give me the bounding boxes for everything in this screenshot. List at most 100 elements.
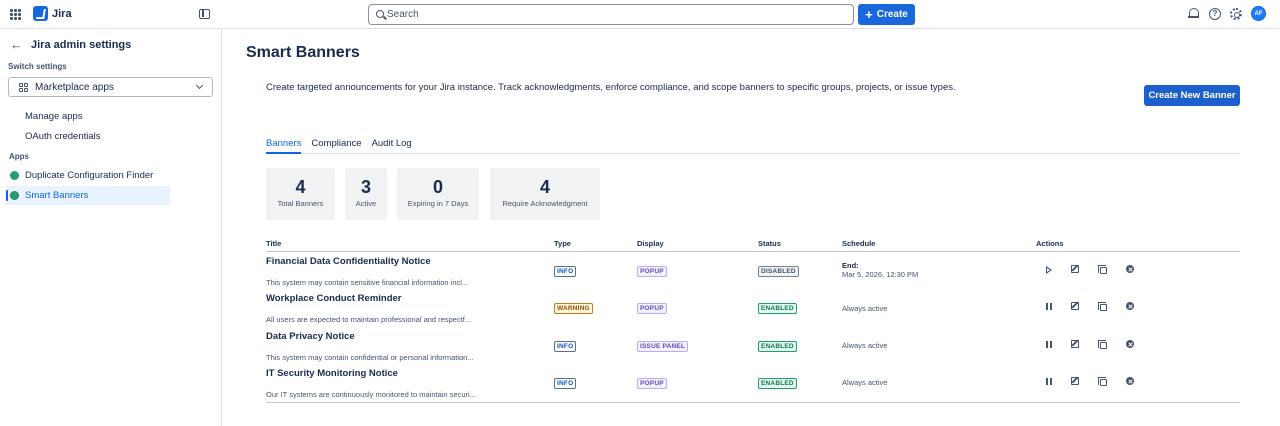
delete-icon[interactable] xyxy=(1126,302,1136,312)
sidebar-title: Jira admin settings xyxy=(31,39,132,51)
schedule-text: Always active xyxy=(842,304,888,313)
schedule-text: Always active xyxy=(842,378,888,387)
display-badge: POPUP xyxy=(637,303,667,314)
page-description: Create targeted announcements for your J… xyxy=(266,82,956,93)
notifications-bell-icon[interactable] xyxy=(1187,7,1200,20)
display-badge: POPUP xyxy=(637,378,667,389)
banner-title[interactable]: Workplace Conduct Reminder xyxy=(266,293,402,304)
marketplace-apps-icon xyxy=(19,82,28,92)
top-navigation-bar: Jira + Create ? AF xyxy=(0,0,1280,29)
banner-title[interactable]: IT Security Monitoring Notice xyxy=(266,368,398,379)
stat-active: 3 Active xyxy=(345,168,387,220)
display-badge: POPUP xyxy=(637,266,667,277)
user-avatar[interactable]: AF xyxy=(1251,6,1266,21)
search-box[interactable] xyxy=(368,4,854,25)
type-badge: INFO xyxy=(554,266,577,277)
stat-value: 4 xyxy=(295,177,306,197)
delete-icon[interactable] xyxy=(1126,265,1136,275)
type-badge: INFO xyxy=(554,378,577,389)
tab-bar: Banners Compliance Audit Log xyxy=(266,137,1240,154)
back-to-settings[interactable]: ← Jira admin settings xyxy=(10,38,132,51)
status-badge: DISABLED xyxy=(758,266,799,277)
type-badge: WARNING xyxy=(554,303,593,314)
schedule-text: Always active xyxy=(842,341,888,350)
stat-expiring: 0 Expiring in 7 Days xyxy=(397,168,479,220)
help-icon[interactable]: ? xyxy=(1209,7,1221,20)
switch-settings-value: Marketplace apps xyxy=(35,81,114,93)
column-header-display[interactable]: Display xyxy=(637,239,664,248)
plus-icon: + xyxy=(865,6,873,22)
app-switcher-icon[interactable] xyxy=(10,9,21,20)
sidebar-item-manage-apps[interactable]: Manage apps xyxy=(25,111,83,122)
sidebar-item-label: Smart Banners xyxy=(25,190,89,201)
edit-icon[interactable] xyxy=(1071,377,1081,387)
pause-icon[interactable] xyxy=(1044,340,1054,350)
copy-icon[interactable] xyxy=(1098,302,1108,312)
status-badge: ENABLED xyxy=(758,378,797,389)
table-header-divider xyxy=(266,251,1240,252)
app-status-icon xyxy=(10,191,19,200)
banner-description: This system may contain confidential or … xyxy=(266,353,474,362)
stat-require-acknowledgment: 4 Require Acknowledgment xyxy=(490,168,600,220)
jira-logo-icon[interactable] xyxy=(33,6,48,21)
edit-icon[interactable] xyxy=(1071,302,1081,312)
app-name[interactable]: Jira xyxy=(52,8,72,20)
stat-total-banners: 4 Total Banners xyxy=(266,168,335,220)
search-icon xyxy=(376,10,384,18)
stat-label: Total Banners xyxy=(277,199,324,208)
column-header-status[interactable]: Status xyxy=(758,239,781,248)
edit-icon[interactable] xyxy=(1071,340,1081,350)
create-button[interactable]: + Create xyxy=(858,4,915,25)
copy-icon[interactable] xyxy=(1098,340,1108,350)
switch-settings-label: Switch settings xyxy=(8,62,67,71)
create-new-banner-button[interactable]: Create New Banner xyxy=(1144,85,1240,106)
switch-settings-select[interactable]: Marketplace apps xyxy=(8,77,213,97)
banner-description: All users are expected to maintain profe… xyxy=(266,315,472,324)
column-header-actions: Actions xyxy=(1036,239,1064,248)
back-arrow-icon[interactable]: ← xyxy=(10,38,23,51)
banner-title[interactable]: Financial Data Confidentiality Notice xyxy=(266,256,431,267)
stat-label: Require Acknowledgment xyxy=(502,199,588,208)
stat-label: Expiring in 7 Days xyxy=(407,199,469,208)
copy-icon[interactable] xyxy=(1098,265,1108,275)
display-badge: ISSUE PANEL xyxy=(637,341,689,352)
copy-icon[interactable] xyxy=(1098,377,1108,387)
play-icon[interactable] xyxy=(1044,265,1054,275)
schedule-value: Mar 5, 2026, 12:30 PM xyxy=(842,270,919,279)
settings-gear-icon[interactable] xyxy=(1230,7,1242,20)
type-badge: INFO xyxy=(554,341,577,352)
main-content: Smart Banners Create targeted announceme… xyxy=(222,29,1280,426)
apps-section-label: Apps xyxy=(9,152,29,161)
collapse-sidebar-icon[interactable] xyxy=(199,9,210,19)
banner-title[interactable]: Data Privacy Notice xyxy=(266,331,355,342)
sidebar-item-duplicate-configuration-finder[interactable]: Duplicate Configuration Finder xyxy=(6,166,170,185)
column-header-schedule[interactable]: Schedule xyxy=(842,239,875,248)
column-header-title[interactable]: Title xyxy=(266,239,281,248)
delete-icon[interactable] xyxy=(1126,377,1136,387)
delete-icon[interactable] xyxy=(1126,340,1136,350)
edit-icon[interactable] xyxy=(1071,265,1081,275)
pause-icon[interactable] xyxy=(1044,302,1054,312)
status-badge: ENABLED xyxy=(758,341,797,352)
status-badge: ENABLED xyxy=(758,303,797,314)
tab-compliance[interactable]: Compliance xyxy=(311,137,361,154)
sidebar-item-label: Duplicate Configuration Finder xyxy=(25,170,154,181)
tab-banners[interactable]: Banners xyxy=(266,137,302,154)
banner-description: This system may contain sensitive financ… xyxy=(266,278,469,287)
sidebar-item-smart-banners[interactable]: Smart Banners xyxy=(6,186,170,205)
stat-value: 0 xyxy=(432,177,443,197)
schedule-label: End: xyxy=(842,261,859,270)
sidebar-item-oauth-credentials[interactable]: OAuth credentials xyxy=(25,131,101,142)
schedule-text: End: Mar 5, 2026, 12:30 PM xyxy=(842,261,918,279)
stat-value: 4 xyxy=(539,177,550,197)
table-bottom-divider xyxy=(266,402,1240,403)
search-input[interactable] xyxy=(387,7,827,22)
chevron-down-icon xyxy=(195,81,204,90)
page-title: Smart Banners xyxy=(246,44,360,61)
banner-description: Our IT systems are continuously monitore… xyxy=(266,390,476,399)
column-header-type[interactable]: Type xyxy=(554,239,571,248)
tab-audit-log[interactable]: Audit Log xyxy=(372,137,412,154)
create-button-label: Create xyxy=(876,9,908,20)
pause-icon[interactable] xyxy=(1044,377,1054,387)
stat-value: 3 xyxy=(360,177,371,197)
